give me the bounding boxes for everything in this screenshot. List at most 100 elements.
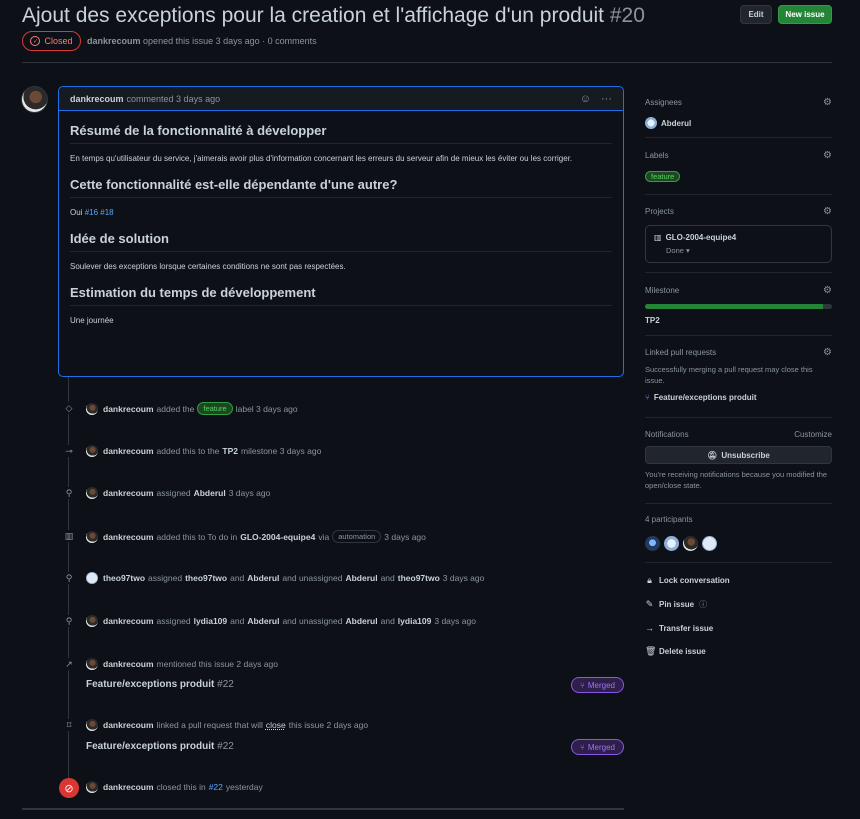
gear-icon[interactable]: ⚙ xyxy=(823,97,832,108)
avatar xyxy=(645,117,657,129)
automation-badge: automation xyxy=(332,530,382,543)
pr-number-link[interactable]: #22 xyxy=(209,782,223,792)
user-link[interactable]: lydia109 xyxy=(194,616,228,626)
pin-issue-button[interactable]: ✎ Pin issue ⓘ xyxy=(645,599,832,610)
lock-conversation-button[interactable]: 🔒︎ Lock conversation xyxy=(645,575,832,586)
project-row[interactable]: ▥ GLO-2004-equipe4 xyxy=(654,233,823,242)
section-heading: Estimation du temps de développement xyxy=(70,285,612,306)
avatar[interactable] xyxy=(86,719,98,731)
user-link[interactable]: theo97two xyxy=(185,573,227,583)
section-heading: Idée de solution xyxy=(70,231,612,252)
event-user[interactable]: dankrecoum xyxy=(103,720,154,730)
event-user[interactable]: dankrecoum xyxy=(103,404,154,414)
event-user[interactable]: theo97two xyxy=(103,573,145,583)
event-text: 3 days ago xyxy=(434,616,476,626)
gear-icon[interactable]: ⚙ xyxy=(823,150,832,161)
milestone-link[interactable]: TP2 xyxy=(222,446,238,456)
pr-link[interactable]: Feature/exceptions produit #22 xyxy=(86,741,234,752)
edit-button[interactable]: Edit xyxy=(740,5,772,24)
label-badge[interactable]: feature xyxy=(645,171,681,182)
event-user[interactable]: dankrecoum xyxy=(103,446,154,456)
labels-section: Labels ⚙ feature xyxy=(645,150,832,182)
pr-title[interactable]: Feature/exceptions produit xyxy=(86,679,214,690)
pr-number[interactable]: #22 xyxy=(217,741,234,752)
pr-number[interactable]: #22 xyxy=(217,679,234,690)
section-heading: Cette fonctionnalité est-elle dépendante… xyxy=(70,177,612,198)
project-status-dropdown[interactable]: Done ▾ xyxy=(666,245,823,256)
issue-link[interactable]: #16 xyxy=(85,208,98,217)
assignee-name[interactable]: Abderul xyxy=(661,119,691,128)
more-options-icon[interactable]: ··· xyxy=(601,93,612,105)
user-link[interactable]: Abderul xyxy=(345,573,377,583)
issue-actions: 🔒︎ Lock conversation ✎ Pin issue ⓘ → Tra… xyxy=(645,575,832,657)
notifications-note: You're receiving notifications because y… xyxy=(645,470,828,490)
pin-icon: ✎ xyxy=(645,599,654,609)
assignee-item[interactable]: Abderul xyxy=(645,117,832,129)
timeline-event: dankrecoum added the feature label 3 day… xyxy=(86,402,298,415)
unsubscribe-button[interactable]: 🔕︎ Unsubscribe xyxy=(645,446,832,464)
avatar[interactable] xyxy=(86,615,98,627)
close-keyword: close xyxy=(265,720,286,730)
avatar[interactable] xyxy=(86,530,98,543)
avatar[interactable] xyxy=(86,572,98,584)
lock-icon: 🔒︎ xyxy=(647,575,652,585)
gear-icon[interactable]: ⚙ xyxy=(823,347,832,358)
linked-pr-item[interactable]: ⑂ Feature/exceptions produit xyxy=(645,393,832,402)
unsubscribe-label: Unsubscribe xyxy=(721,450,770,460)
event-user[interactable]: dankrecoum xyxy=(103,488,154,498)
timeline-event: dankrecoum mentioned this issue 2 days a… xyxy=(86,658,278,670)
user-link[interactable]: Abderul xyxy=(345,616,377,626)
avatar[interactable] xyxy=(702,536,717,551)
event-user[interactable]: dankrecoum xyxy=(103,616,154,626)
avatar[interactable] xyxy=(86,658,98,670)
avatar[interactable] xyxy=(683,536,698,551)
user-link[interactable]: Abderul xyxy=(194,488,226,498)
gear-icon[interactable]: ⚙ xyxy=(823,285,832,296)
label-badge[interactable]: feature xyxy=(197,402,233,415)
event-user[interactable]: dankrecoum xyxy=(103,532,154,542)
user-link[interactable]: lydia109 xyxy=(398,616,432,626)
avatar[interactable] xyxy=(86,487,98,499)
event-user[interactable]: dankrecoum xyxy=(103,659,154,669)
info-icon[interactable]: ⓘ xyxy=(699,599,707,610)
user-link[interactable]: theo97two xyxy=(398,573,440,583)
gear-icon[interactable]: ⚙ xyxy=(823,206,832,217)
issue-title-text: Ajout des exceptions pour la creation et… xyxy=(22,4,605,27)
merge-icon: ⑂ xyxy=(645,393,650,402)
status-label: Closed xyxy=(44,36,73,46)
avatar[interactable] xyxy=(86,445,98,457)
avatar[interactable] xyxy=(86,402,98,415)
avatar[interactable] xyxy=(664,536,679,551)
project-icon: ▥ xyxy=(63,530,75,542)
milestone-name[interactable]: TP2 xyxy=(645,316,832,325)
project-status[interactable]: Done xyxy=(666,246,684,255)
person-icon: ⚲ xyxy=(63,615,75,627)
timeline-event: dankrecoum linked a pull request that wi… xyxy=(86,719,368,731)
event-text: closed this in xyxy=(156,782,206,792)
participants-section: 4 participants xyxy=(645,515,832,551)
pr-link[interactable]: Feature/exceptions produit #22 xyxy=(86,679,234,690)
comment-timestamp[interactable]: commented 3 days ago xyxy=(127,94,221,104)
pr-title[interactable]: Feature/exceptions produit xyxy=(86,741,214,752)
event-text: and xyxy=(380,616,395,626)
participants-heading: 4 participants xyxy=(645,515,693,524)
linked-pr-title[interactable]: Feature/exceptions produit xyxy=(654,393,757,402)
transfer-issue-button[interactable]: → Transfer issue xyxy=(645,623,832,633)
issue-author[interactable]: dankrecoum xyxy=(87,36,141,46)
user-link[interactable]: Abderul xyxy=(247,573,279,583)
comment-author[interactable]: dankrecoum xyxy=(70,94,124,104)
avatar[interactable] xyxy=(21,86,48,113)
avatar[interactable] xyxy=(86,781,98,793)
section-text-row: Oui #16 #18 xyxy=(70,206,612,219)
smiley-icon[interactable]: ☺ xyxy=(580,93,591,105)
issue-link[interactable]: #18 xyxy=(100,208,113,217)
new-issue-button[interactable]: New issue xyxy=(778,5,832,24)
customize-link[interactable]: Customize xyxy=(794,430,832,439)
project-name[interactable]: GLO-2004-equipe4 xyxy=(666,233,737,242)
user-link[interactable]: Abderul xyxy=(247,616,279,626)
avatar[interactable] xyxy=(645,536,660,551)
delete-issue-button[interactable]: 🗑︎ Delete issue xyxy=(645,646,832,657)
tag-icon: ◇ xyxy=(63,402,75,414)
event-user[interactable]: dankrecoum xyxy=(103,782,154,792)
project-link[interactable]: GLO-2004-equipe4 xyxy=(240,532,315,542)
